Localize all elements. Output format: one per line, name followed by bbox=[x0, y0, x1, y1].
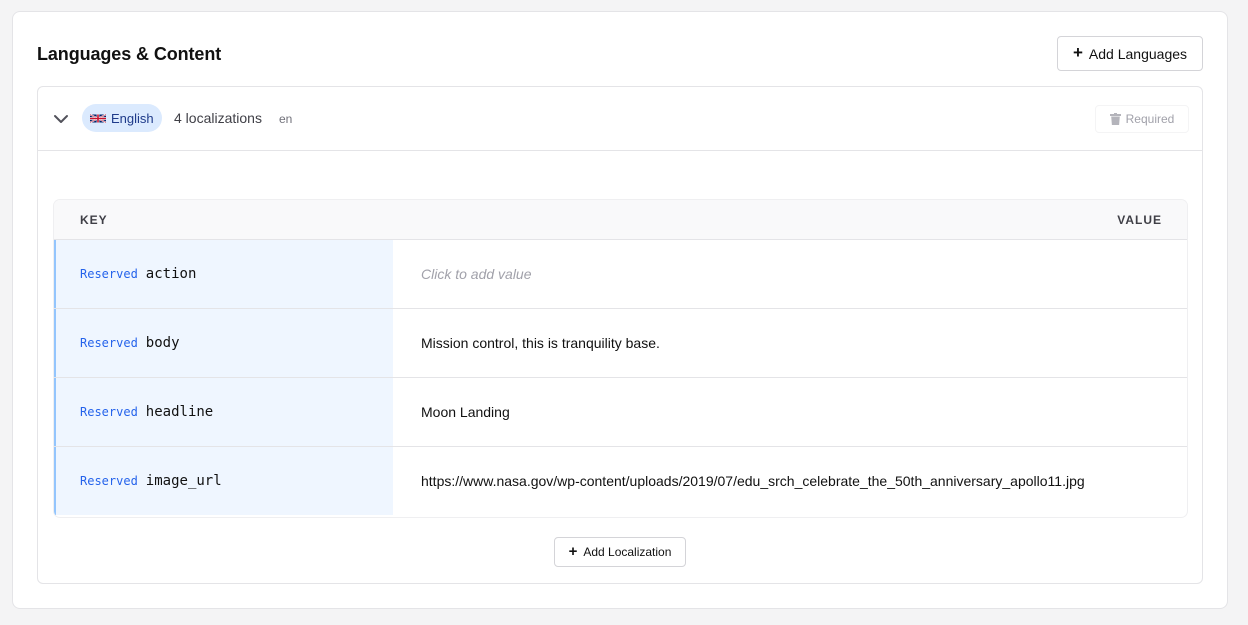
plus-icon: + bbox=[1072, 43, 1083, 62]
value-cell[interactable]: Mission control, this is tranquility bas… bbox=[393, 309, 1187, 377]
required-label: Required bbox=[1125, 112, 1175, 126]
add-localization-button[interactable]: + Add Localization bbox=[554, 537, 686, 567]
add-languages-button[interactable]: + Add Languages bbox=[1057, 36, 1203, 71]
table-header: KEY VALUE bbox=[54, 200, 1187, 240]
value-cell[interactable]: Click to add value bbox=[393, 240, 1187, 308]
languages-content-card: Languages & Content + Add Languages Engl… bbox=[12, 11, 1228, 609]
language-chip[interactable]: English bbox=[82, 104, 162, 132]
table-row: Reserved headline Moon Landing bbox=[54, 378, 1187, 447]
value-cell[interactable]: Moon Landing bbox=[393, 378, 1187, 446]
key-name: action bbox=[145, 266, 197, 282]
section-title: Languages & Content bbox=[37, 44, 222, 64]
language-header: English 4 localizations en Required bbox=[38, 87, 1202, 151]
key-cell: Reserved headline bbox=[54, 378, 393, 446]
required-delete-button: Required bbox=[1095, 105, 1189, 133]
language-name: English bbox=[111, 110, 154, 126]
chevron-down-icon[interactable] bbox=[52, 110, 70, 128]
localization-count: 4 localizations bbox=[174, 110, 262, 126]
add-languages-label: Add Languages bbox=[1088, 45, 1188, 62]
key-cell: Reserved body bbox=[54, 309, 393, 377]
reserved-badge: Reserved bbox=[80, 405, 138, 419]
plus-icon: + bbox=[568, 542, 578, 560]
reserved-badge: Reserved bbox=[80, 267, 138, 281]
key-name: body bbox=[145, 335, 180, 351]
trash-icon bbox=[1109, 113, 1121, 125]
value-cell[interactable]: https://www.nasa.gov/wp-content/uploads/… bbox=[393, 447, 1187, 515]
value-column-header: VALUE bbox=[1117, 213, 1162, 227]
uk-flag-icon bbox=[90, 113, 106, 123]
reserved-badge: Reserved bbox=[80, 474, 138, 488]
language-code: en bbox=[279, 112, 293, 126]
key-cell: Reserved image_url bbox=[54, 447, 393, 515]
reserved-badge: Reserved bbox=[80, 336, 138, 350]
key-name: headline bbox=[145, 404, 214, 420]
table-row: Reserved body Mission control, this is t… bbox=[54, 309, 1187, 378]
add-localization-label: Add Localization bbox=[583, 545, 672, 559]
table-row: Reserved image_url https://www.nasa.gov/… bbox=[54, 447, 1187, 515]
localizations-table: KEY VALUE Reserved action Click to add v… bbox=[54, 200, 1187, 517]
key-column-header: KEY bbox=[80, 213, 108, 227]
key-cell: Reserved action bbox=[54, 240, 393, 308]
key-name: image_url bbox=[145, 473, 222, 489]
language-panel: English 4 localizations en Required KEY … bbox=[37, 86, 1203, 584]
table-row: Reserved action Click to add value bbox=[54, 240, 1187, 309]
